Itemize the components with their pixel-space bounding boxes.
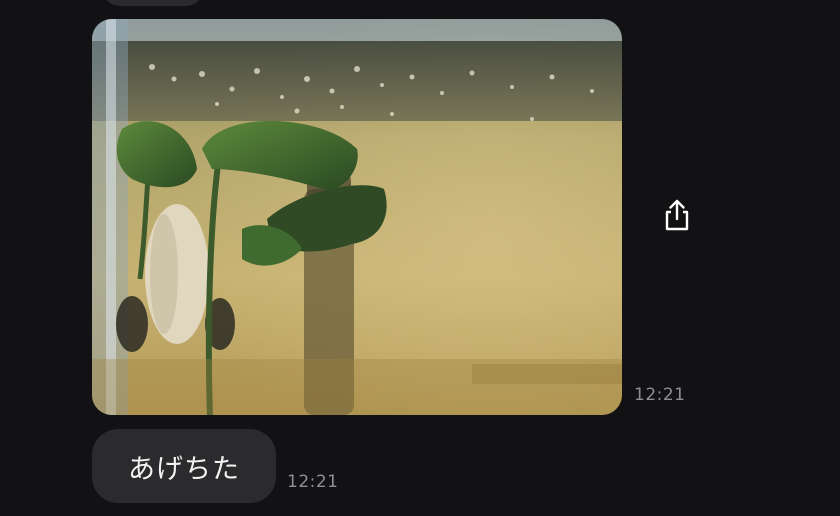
- message-timestamp: 12:21: [287, 472, 339, 492]
- previous-message-bubble[interactable]: [102, 0, 204, 6]
- share-icon: [665, 199, 689, 231]
- message-bubble[interactable]: あげちた: [92, 429, 276, 503]
- aquarium-photo[interactable]: [92, 19, 622, 415]
- message-text: あげちた: [128, 453, 240, 485]
- share-button[interactable]: [655, 193, 699, 237]
- photo-timestamp: 12:21: [634, 385, 686, 405]
- chat-thread[interactable]: 12:21 あげちた 12:21: [0, 0, 840, 516]
